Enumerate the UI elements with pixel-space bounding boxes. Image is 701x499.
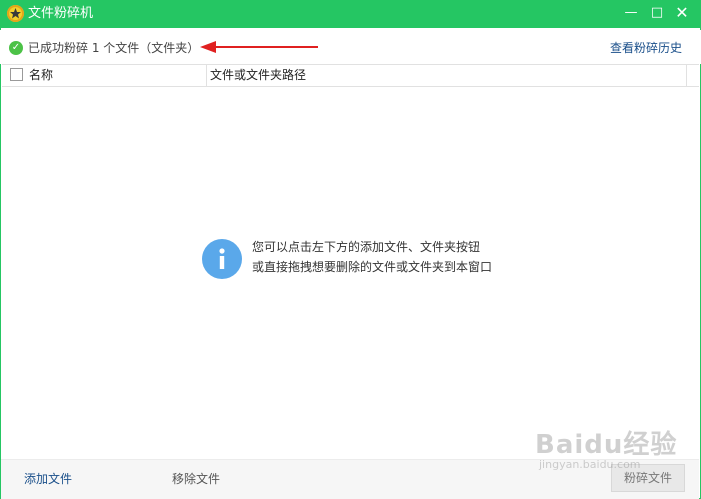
maximize-button[interactable]: □ — [643, 0, 671, 28]
add-file-button[interactable]: 添加文件 — [24, 471, 72, 487]
red-arrow-annotation — [200, 41, 318, 53]
baidu-watermark: Baidu经验 jingyan.baidu.com — [535, 418, 685, 478]
column-header-name[interactable]: 名称 — [29, 67, 53, 83]
table-header: 名称 文件或文件夹路径 — [2, 64, 699, 87]
status-message: 已成功粉碎 1 个文件（文件夹） — [28, 41, 200, 55]
empty-hint-line-1: 您可以点击左下方的添加文件、文件夹按钮 — [252, 240, 481, 254]
column-header-path[interactable]: 文件或文件夹路径 — [210, 67, 306, 83]
close-button[interactable]: ✕ — [668, 0, 696, 28]
app-logo-icon — [7, 5, 24, 22]
info-icon — [202, 239, 242, 279]
success-check-icon: ✓ — [9, 41, 23, 55]
title-bar: 文件粉碎机 — □ ✕ — [0, 0, 701, 28]
view-history-link[interactable]: 查看粉碎历史 — [610, 40, 682, 56]
column-divider[interactable] — [206, 65, 207, 86]
status-bar: ✓ 已成功粉碎 1 个文件（文件夹） 查看粉碎历史 — [0, 30, 701, 64]
select-all-checkbox[interactable] — [10, 68, 23, 81]
column-divider[interactable] — [686, 65, 687, 86]
watermark-url: jingyan.baidu.com — [539, 458, 641, 471]
watermark-logo: Baidu经验 — [535, 430, 678, 460]
window-title: 文件粉碎机 — [28, 6, 94, 21]
minimize-button[interactable]: — — [617, 0, 645, 28]
empty-hint-line-2: 或直接拖拽想要删除的文件或文件夹到本窗口 — [252, 260, 493, 274]
remove-file-button[interactable]: 移除文件 — [172, 471, 220, 487]
